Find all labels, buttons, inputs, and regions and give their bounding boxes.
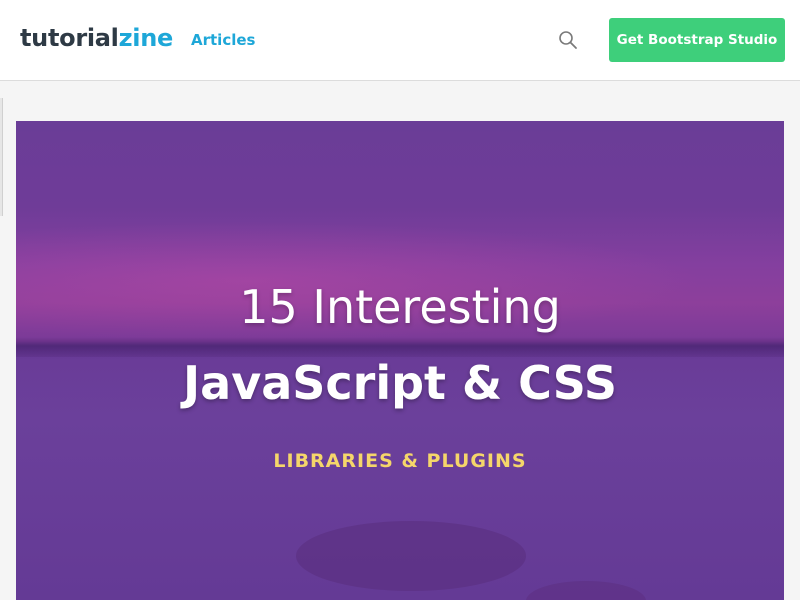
featured-article-banner[interactable]: 15 Interesting JavaScript & CSS LIBRARIE…: [16, 121, 784, 600]
banner-title-line1: 15 Interesting: [239, 280, 561, 334]
banner-rock: [296, 521, 526, 591]
side-panel-edge: [0, 98, 3, 216]
logo-text-zine: zine: [118, 24, 174, 52]
site-logo[interactable]: tutorialzine: [20, 22, 173, 54]
search-icon: [559, 31, 577, 49]
get-bootstrap-studio-button[interactable]: Get Bootstrap Studio: [609, 18, 785, 62]
banner-subtitle: LIBRARIES & PLUGINS: [273, 450, 527, 472]
nav-articles-link[interactable]: Articles: [191, 30, 255, 50]
logo-text-tutorial: tutorial: [20, 24, 119, 52]
site-header: tutorialzine Articles Get Bootstrap Stud…: [0, 0, 800, 81]
banner-title-line2: JavaScript & CSS: [183, 356, 617, 410]
search-button[interactable]: [556, 28, 580, 52]
banner-rock: [526, 581, 646, 600]
